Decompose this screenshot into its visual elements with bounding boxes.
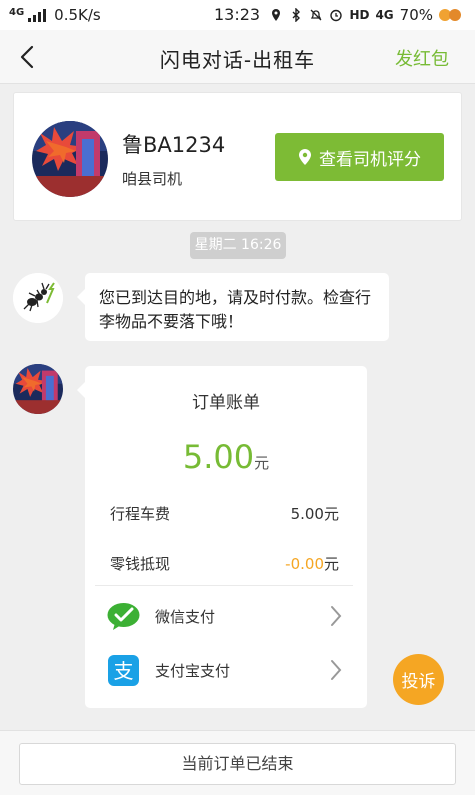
- bill-total-unit: 元: [254, 454, 270, 472]
- location-icon: [272, 9, 281, 21]
- header: 闪电对话-出租车 发红包: [0, 30, 475, 84]
- bill-row-amount: -0.00元: [285, 555, 339, 573]
- bill-row-label: 行程车费: [110, 505, 171, 523]
- bill-row-amount: 5.00元: [290, 505, 339, 523]
- alipay-icon: 支: [108, 654, 139, 686]
- network-type: 4G: [9, 6, 25, 18]
- network-speed: 0.5K/s: [54, 6, 101, 24]
- alipay-option[interactable]: 支 支付宝支付: [107, 650, 343, 690]
- order-ended-button[interactable]: 当前订单已结束: [19, 743, 456, 785]
- bill-title: 订单账单: [192, 393, 260, 413]
- bill-total-amount: 5.00: [182, 438, 255, 476]
- license-plate: 鲁BA1234: [122, 133, 226, 157]
- wechat-pay-icon: [107, 602, 140, 630]
- battery-level: 70%: [399, 6, 433, 24]
- signal-icon: [28, 8, 47, 22]
- view-driver-rating-label: 查看司机评分: [319, 149, 421, 170]
- driver-avatar-small[interactable]: [13, 364, 63, 414]
- system-avatar[interactable]: [13, 273, 63, 323]
- bill-total: 5.00元: [85, 438, 367, 476]
- network-type-2: 4G: [375, 8, 394, 22]
- view-driver-rating-button[interactable]: 查看司机评分: [275, 133, 444, 181]
- bluetooth-icon: [292, 8, 301, 22]
- order-bill-card: 订单账单 5.00元 行程车费 5.00元 零钱抵现 -0.00元 微信支付 支…: [77, 366, 367, 708]
- wechat-pay-label: 微信支付: [155, 607, 216, 626]
- location-pin-icon: [299, 149, 311, 165]
- alipay-label: 支付宝支付: [155, 661, 231, 680]
- bill-row-fare: 行程车费 5.00元: [110, 503, 339, 524]
- status-bar: 4G 0.5K/s 13:23 HD 4G 70%: [0, 0, 475, 30]
- driver-card: 鲁BA1234 咱县司机 查看司机评分: [13, 92, 462, 221]
- app-notification-icon: [439, 8, 463, 22]
- footer: 当前订单已结束: [0, 730, 475, 795]
- send-red-packet-button[interactable]: 发红包: [395, 45, 449, 71]
- alarm-icon: [330, 9, 343, 22]
- complain-button[interactable]: 投诉: [393, 654, 444, 705]
- hd-indicator: HD: [349, 8, 370, 22]
- arrival-message-bubble: 您已到达目的地，请及时付款。检查行李物品不要落下哦！: [77, 273, 389, 341]
- bill-row-balance-deduction: 零钱抵现 -0.00元: [110, 553, 339, 574]
- chevron-right-icon: [331, 660, 342, 680]
- chat-timestamp: 星期二 16:26: [190, 232, 286, 259]
- bill-row-label: 零钱抵现: [110, 555, 171, 573]
- clock: 13:23: [214, 5, 261, 24]
- mute-icon: [310, 9, 322, 21]
- ant-logo-icon: [13, 273, 63, 323]
- wechat-pay-option[interactable]: 微信支付: [107, 596, 343, 636]
- driver-avatar[interactable]: [32, 121, 108, 197]
- driver-label: 咱县司机: [122, 170, 183, 188]
- divider: [95, 585, 353, 586]
- svg-text:支: 支: [114, 659, 134, 683]
- chevron-right-icon: [331, 606, 342, 626]
